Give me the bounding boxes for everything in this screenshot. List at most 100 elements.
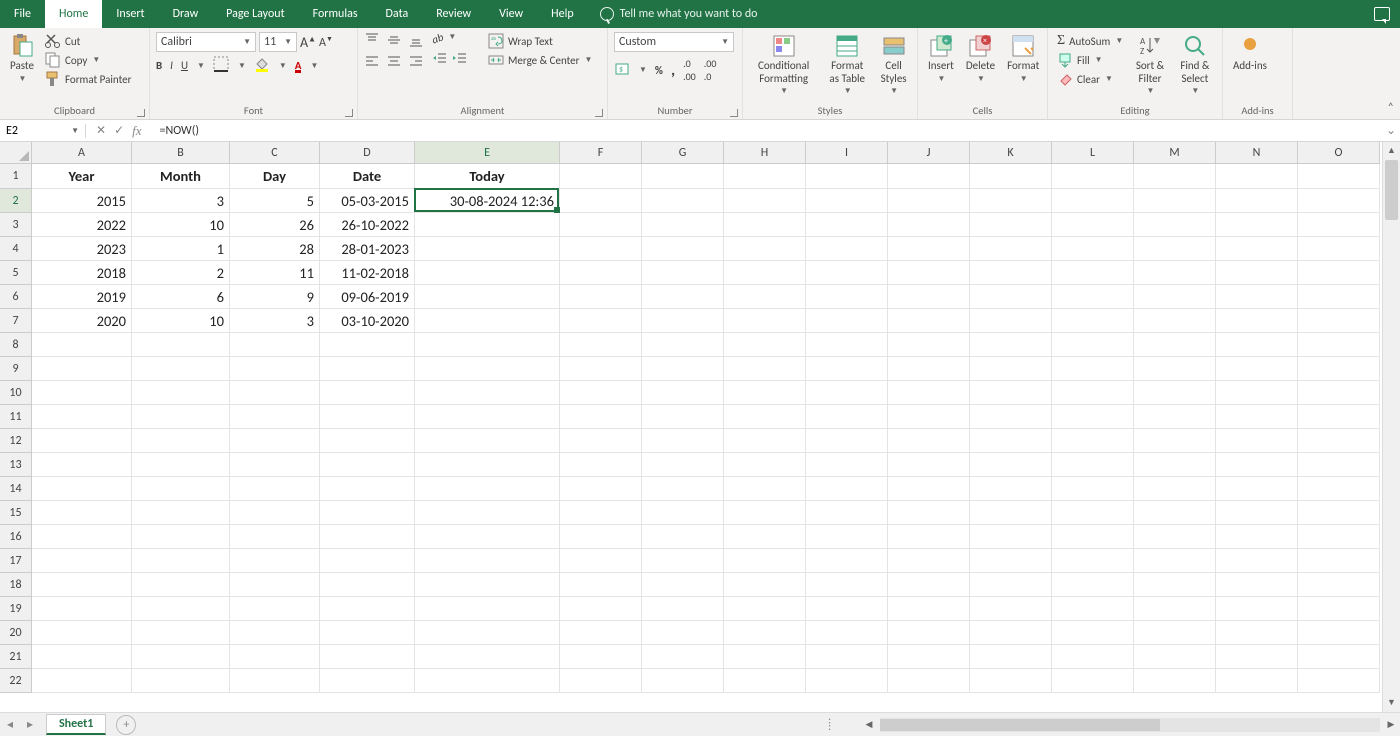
- format-cells-button[interactable]: Format▼: [1003, 32, 1043, 86]
- column-header-I[interactable]: I: [806, 142, 888, 164]
- cell-C7[interactable]: 3: [230, 309, 320, 333]
- vertical-scroll-thumb[interactable]: [1385, 160, 1398, 220]
- cell-D4[interactable]: 28-01-2023: [320, 237, 415, 261]
- row-header-21[interactable]: 21: [0, 645, 32, 669]
- cell-B5[interactable]: 2: [132, 261, 230, 285]
- tell-me-search[interactable]: Tell me what you want to do: [600, 7, 758, 21]
- orientation-button[interactable]: ab: [430, 30, 445, 46]
- cell-header-E1[interactable]: Today: [415, 164, 560, 189]
- italic-button[interactable]: I: [170, 59, 173, 72]
- row-header-3[interactable]: 3: [0, 213, 32, 237]
- tab-help[interactable]: Help: [537, 0, 588, 28]
- cell-A3[interactable]: 2022: [32, 213, 132, 237]
- tab-data[interactable]: Data: [372, 0, 423, 28]
- enter-formula-button[interactable]: ✓: [114, 123, 124, 138]
- tab-file[interactable]: File: [0, 0, 45, 28]
- font-name-select[interactable]: Calibri▼: [156, 32, 256, 52]
- number-format-select[interactable]: Custom▼: [614, 32, 734, 52]
- scroll-down-button[interactable]: ▼: [1383, 694, 1400, 712]
- accounting-format-button[interactable]: $: [614, 61, 630, 80]
- increase-font-button[interactable]: A▲: [300, 34, 316, 51]
- cell-C6[interactable]: 9: [230, 285, 320, 309]
- tab-page-layout[interactable]: Page Layout: [212, 0, 298, 28]
- cut-button[interactable]: Cut: [42, 32, 134, 50]
- vertical-scrollbar[interactable]: ▲ ▼: [1382, 142, 1400, 712]
- cell-E2[interactable]: 30-08-2024 12:36: [415, 189, 560, 213]
- conditional-formatting-button[interactable]: Conditional Formatting▼: [749, 32, 818, 98]
- comments-icon[interactable]: [1374, 7, 1390, 21]
- row-header-5[interactable]: 5: [0, 261, 32, 285]
- row-header-22[interactable]: 22: [0, 669, 32, 693]
- expand-formula-bar-button[interactable]: ⌄: [1382, 123, 1400, 138]
- paste-button[interactable]: Paste ▼: [6, 32, 38, 86]
- select-all-corner[interactable]: [0, 142, 32, 164]
- row-header-4[interactable]: 4: [0, 237, 32, 261]
- insert-cells-button[interactable]: + Insert▼: [924, 32, 958, 86]
- tab-view[interactable]: View: [485, 0, 537, 28]
- align-right-icon[interactable]: [408, 54, 424, 70]
- tab-review[interactable]: Review: [422, 0, 485, 28]
- alignment-dialog-launcher[interactable]: [595, 109, 603, 117]
- tab-home[interactable]: Home: [45, 0, 102, 28]
- row-header-9[interactable]: 9: [0, 357, 32, 381]
- row-header-8[interactable]: 8: [0, 333, 32, 357]
- increase-decimal-button[interactable]: .0.00: [683, 57, 696, 83]
- format-painter-button[interactable]: Format Painter: [42, 70, 134, 88]
- horizontal-scrollbar[interactable]: ◀ ▶: [860, 718, 1400, 732]
- tab-formulas[interactable]: Formulas: [299, 0, 372, 28]
- align-middle-icon[interactable]: [386, 32, 402, 48]
- name-box[interactable]: E2 ▼: [0, 124, 86, 138]
- percent-button[interactable]: %: [655, 64, 663, 77]
- cell-C2[interactable]: 5: [230, 189, 320, 213]
- cell-C4[interactable]: 28: [230, 237, 320, 261]
- row-header-2[interactable]: 2: [0, 189, 32, 213]
- decrease-indent-icon[interactable]: [432, 51, 448, 67]
- align-left-icon[interactable]: [364, 54, 380, 70]
- addins-button[interactable]: Add-ins: [1229, 32, 1271, 75]
- clear-button[interactable]: Clear▼: [1054, 70, 1126, 88]
- collapse-ribbon-button[interactable]: ˄: [1388, 101, 1394, 115]
- row-header-16[interactable]: 16: [0, 525, 32, 549]
- row-header-14[interactable]: 14: [0, 477, 32, 501]
- column-header-A[interactable]: A: [32, 142, 132, 164]
- cell-header-B1[interactable]: Month: [132, 164, 230, 189]
- column-header-E[interactable]: E: [415, 142, 560, 164]
- column-header-F[interactable]: F: [560, 142, 642, 164]
- row-header-15[interactable]: 15: [0, 501, 32, 525]
- cell-header-A1[interactable]: Year: [32, 164, 132, 189]
- sheet-nav-first[interactable]: ◂: [0, 717, 20, 732]
- tab-draw[interactable]: Draw: [159, 0, 213, 28]
- cell-styles-button[interactable]: Cell Styles▼: [876, 32, 911, 98]
- fill-button[interactable]: Fill▼: [1054, 51, 1126, 69]
- column-header-C[interactable]: C: [230, 142, 320, 164]
- sheet-nav-prev[interactable]: ▸: [20, 717, 40, 732]
- cell-A7[interactable]: 2020: [32, 309, 132, 333]
- cell-D5[interactable]: 11-02-2018: [320, 261, 415, 285]
- cell-A4[interactable]: 2023: [32, 237, 132, 261]
- cell-B4[interactable]: 1: [132, 237, 230, 261]
- autosum-button[interactable]: ΣAutoSum▼: [1054, 32, 1126, 50]
- cell-B3[interactable]: 10: [132, 213, 230, 237]
- cell-C3[interactable]: 26: [230, 213, 320, 237]
- sort-filter-button[interactable]: AZ Sort & Filter▼: [1130, 32, 1170, 98]
- column-header-H[interactable]: H: [724, 142, 806, 164]
- column-header-J[interactable]: J: [888, 142, 970, 164]
- row-header-1[interactable]: 1: [0, 164, 32, 189]
- align-center-icon[interactable]: [386, 54, 402, 70]
- format-as-table-button[interactable]: Format as Table▼: [822, 32, 872, 98]
- cell-B6[interactable]: 6: [132, 285, 230, 309]
- horizontal-scroll-thumb[interactable]: [880, 719, 1160, 731]
- cell-C5[interactable]: 11: [230, 261, 320, 285]
- column-header-O[interactable]: O: [1298, 142, 1380, 164]
- underline-button[interactable]: U: [181, 59, 188, 72]
- column-header-K[interactable]: K: [970, 142, 1052, 164]
- font-color-button[interactable]: A: [295, 59, 302, 73]
- copy-button[interactable]: Copy▼: [42, 51, 134, 69]
- fill-color-button[interactable]: [254, 56, 270, 75]
- bold-button[interactable]: B: [156, 59, 162, 72]
- row-header-17[interactable]: 17: [0, 549, 32, 573]
- scroll-right-button[interactable]: ▶: [1382, 719, 1400, 730]
- wrap-text-button[interactable]: ab Wrap Text: [485, 32, 595, 50]
- align-top-icon[interactable]: [364, 32, 380, 48]
- increase-indent-icon[interactable]: [452, 51, 468, 67]
